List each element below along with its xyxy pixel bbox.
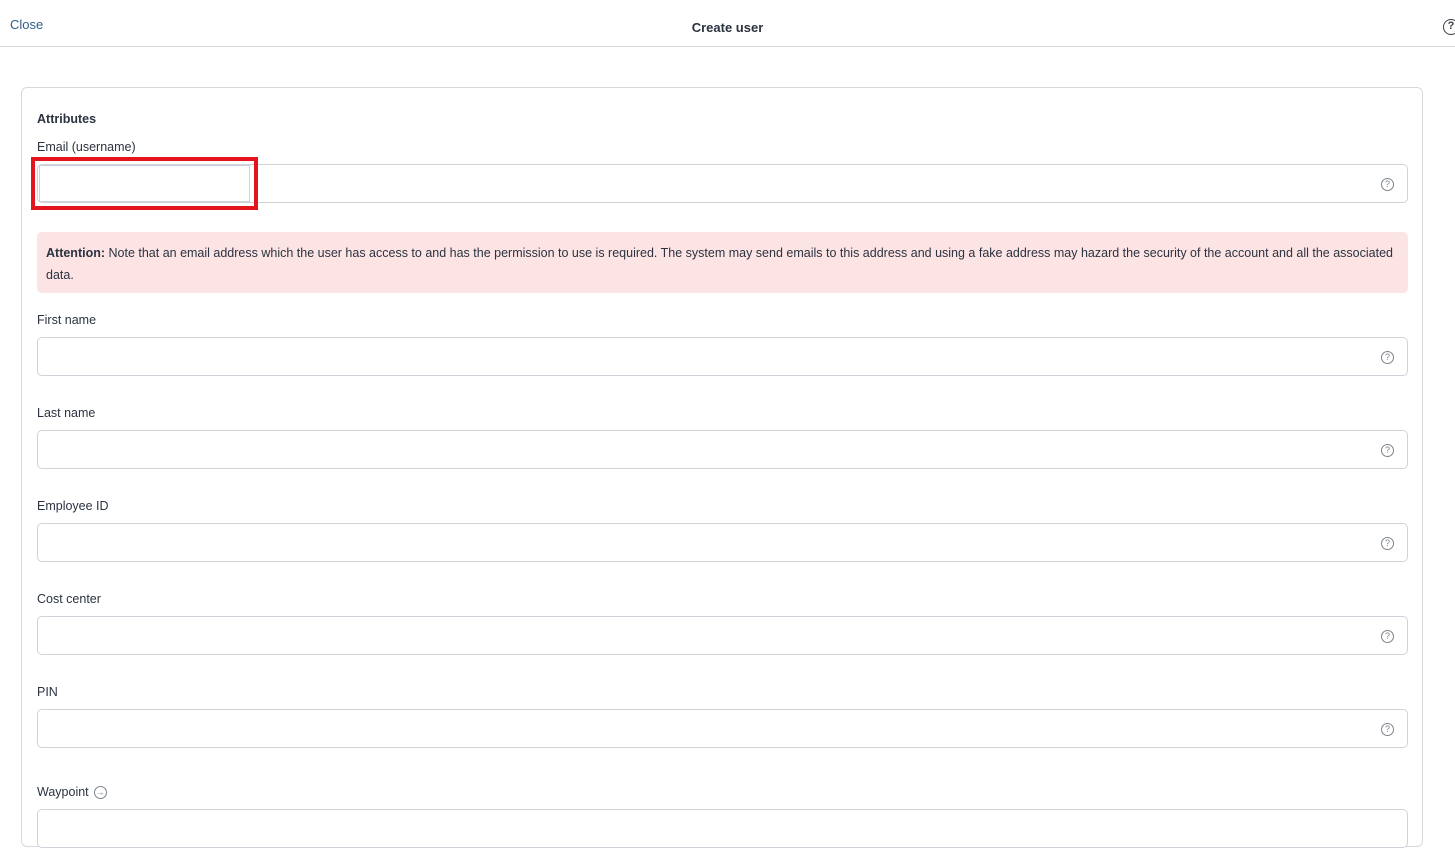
question-circle-icon[interactable]: ? [1381,630,1394,643]
question-circle-icon[interactable]: ? [1381,444,1394,457]
attention-prefix: Attention: [46,246,106,260]
question-circle-icon[interactable]: ? [1381,537,1394,550]
waypoint-label: Waypoint → [37,785,107,799]
question-circle-icon[interactable]: ? [1443,19,1455,35]
cost-center-field[interactable]: ? [37,616,1408,655]
employee-id-label: Employee ID [37,499,109,513]
question-circle-icon[interactable]: ? [1381,178,1394,191]
email-field[interactable]: ? [37,164,1408,203]
employee-id-field[interactable]: ? [37,523,1408,562]
section-title: Attributes [37,112,97,126]
waypoint-label-text: Waypoint [37,785,89,799]
top-bar: Close Create user ? [0,0,1455,47]
attention-notice: Attention: Note that an email address wh… [37,232,1408,293]
cost-center-label: Cost center [37,592,101,606]
first-name-label: First name [37,313,97,327]
pin-label: PIN [37,685,58,699]
first-name-field[interactable]: ? [37,337,1408,376]
attention-text: Note that an email address which the use… [46,246,1393,282]
page-title: Create user [691,20,764,35]
last-name-label: Last name [37,406,96,420]
pin-field[interactable]: ? [37,709,1408,748]
arrow-right-circle-icon[interactable]: → [93,785,107,799]
waypoint-field[interactable] [37,809,1408,848]
last-name-field[interactable]: ? [37,430,1408,469]
email-label: Email (username) [37,140,136,154]
question-circle-icon[interactable]: ? [1381,723,1394,736]
question-circle-icon[interactable]: ? [1381,351,1394,364]
